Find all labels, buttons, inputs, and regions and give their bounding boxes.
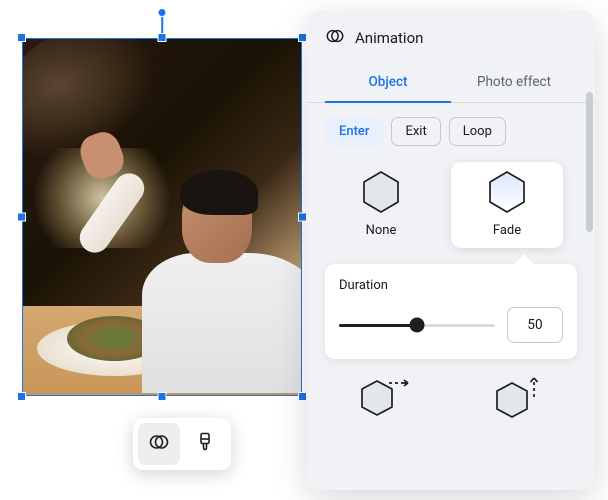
rotate-handle[interactable]	[158, 8, 167, 17]
hexagon-icon	[361, 170, 401, 214]
duration-input[interactable]	[507, 307, 563, 343]
animation-label: None	[366, 223, 397, 238]
resize-handle-tr[interactable]	[298, 33, 307, 42]
duration-controls	[339, 307, 563, 343]
resize-handle-r[interactable]	[298, 213, 307, 222]
chef-photo[interactable]	[22, 38, 302, 396]
overlap-circles-icon	[148, 431, 170, 457]
hexagon-fade-icon	[487, 170, 527, 214]
timing-chips: Enter Exit Loop	[325, 117, 577, 146]
slider-fill	[339, 324, 417, 327]
chip-exit[interactable]: Exit	[391, 117, 440, 146]
photo-chef	[112, 158, 302, 358]
resize-handle-bl[interactable]	[17, 392, 26, 401]
resize-handle-l[interactable]	[17, 213, 26, 222]
panel-body: Enter Exit Loop None Fade Duration	[307, 103, 595, 487]
brush-tool-button[interactable]	[184, 423, 226, 465]
panel-scrollbar[interactable]	[586, 92, 593, 232]
panel-tabs: Object Photo effect	[307, 64, 595, 103]
duration-card: Duration	[325, 264, 577, 359]
selected-image-frame[interactable]	[22, 38, 302, 396]
animate-tool-button[interactable]	[138, 423, 180, 465]
animation-option-rise[interactable]	[492, 375, 544, 423]
resize-handle-b[interactable]	[158, 392, 167, 401]
panel-title: Animation	[355, 29, 423, 47]
tab-object[interactable]: Object	[325, 64, 451, 102]
duration-slider[interactable]	[339, 315, 495, 335]
animation-option-slide[interactable]	[359, 375, 411, 423]
tab-photo-effect[interactable]: Photo effect	[451, 64, 577, 102]
resize-handle-br[interactable]	[298, 392, 307, 401]
more-animations-row	[325, 375, 577, 423]
chip-loop[interactable]: Loop	[449, 117, 506, 146]
overlap-circles-icon	[325, 26, 345, 50]
animation-option-none[interactable]: None	[325, 162, 437, 248]
panel-header: Animation	[307, 26, 595, 64]
chip-enter[interactable]: Enter	[325, 117, 383, 146]
floating-toolbar	[133, 418, 231, 470]
animation-options: None Fade	[325, 162, 577, 248]
paintbrush-icon	[194, 431, 216, 457]
animation-label: Fade	[493, 223, 521, 238]
rotate-stem	[161, 16, 163, 34]
resize-handle-tl[interactable]	[17, 33, 26, 42]
duration-label: Duration	[339, 278, 563, 293]
animation-panel: Animation Object Photo effect Enter Exit…	[307, 10, 595, 490]
slider-thumb[interactable]	[410, 318, 425, 333]
animation-option-fade[interactable]: Fade	[451, 162, 563, 248]
resize-handle-t[interactable]	[158, 33, 167, 42]
